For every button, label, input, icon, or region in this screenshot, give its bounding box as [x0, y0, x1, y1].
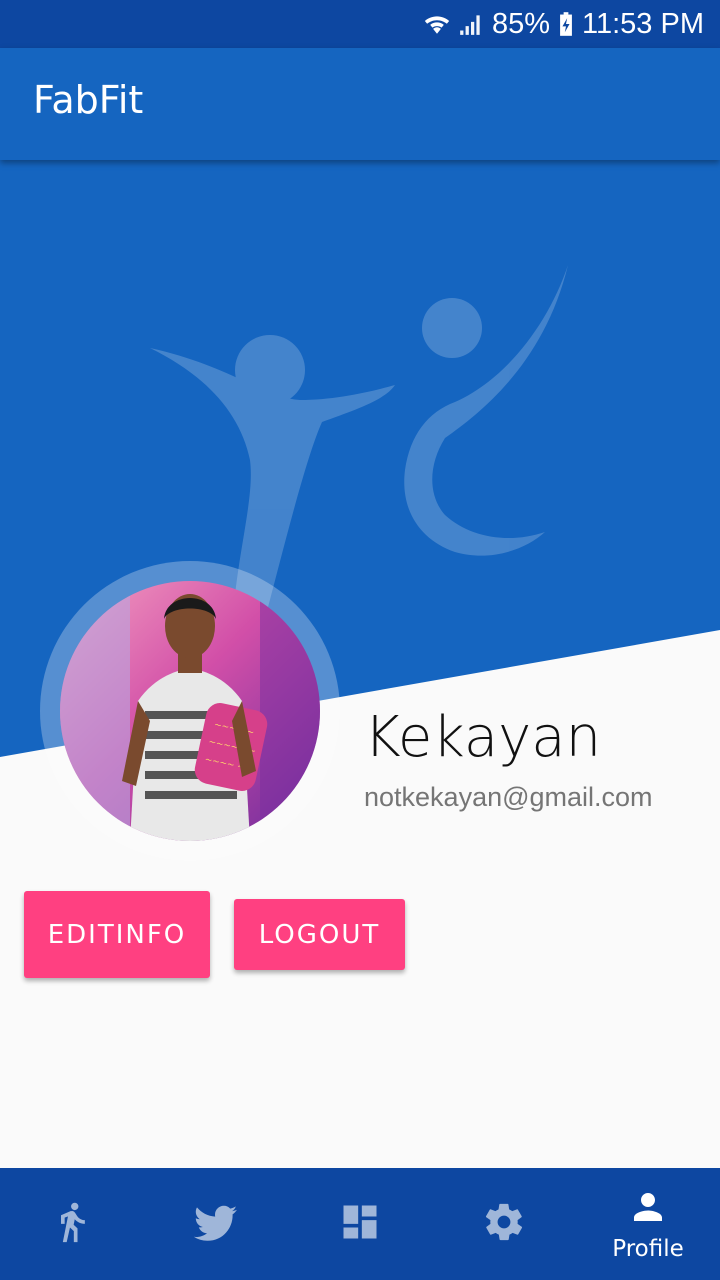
battery-charging-icon [558, 11, 574, 37]
nav-item-profile[interactable]: Profile [576, 1168, 720, 1280]
nav-item-settings[interactable] [432, 1168, 576, 1280]
edit-info-button[interactable]: EDITINFO [24, 891, 210, 978]
wifi-icon [424, 11, 450, 37]
status-icons: 85% 11:53 PM [424, 0, 704, 48]
twitter-icon [192, 1198, 240, 1250]
walk-icon [50, 1200, 94, 1248]
gear-icon [482, 1200, 526, 1248]
clock: 11:53 PM [582, 7, 704, 40]
avatar-photo: ~~~ ~~ ~~~~ ~~ ~~~~ ~ [60, 581, 320, 841]
cell-signal-icon [458, 11, 484, 37]
bottom-navigation: Profile [0, 1168, 720, 1280]
app-title: FabFit [33, 78, 144, 122]
dashboard-icon [338, 1200, 382, 1248]
nav-item-twitter[interactable] [144, 1168, 288, 1280]
avatar[interactable]: ~~~ ~~ ~~~~ ~~ ~~~~ ~ [60, 581, 320, 841]
logout-button[interactable]: LOGOUT [234, 899, 405, 970]
app-bar: FabFit [0, 48, 720, 160]
battery-percent: 85% [491, 7, 551, 40]
nav-item-dashboard[interactable] [288, 1168, 432, 1280]
profile-name: Kekayan [364, 705, 602, 770]
profile-email: notkekayan@gmail.com [364, 782, 653, 812]
status-bar: 85% 11:53 PM [0, 0, 720, 48]
nav-item-activity[interactable] [0, 1168, 144, 1280]
nav-label-profile: Profile [612, 1236, 684, 1262]
person-icon [627, 1186, 669, 1232]
